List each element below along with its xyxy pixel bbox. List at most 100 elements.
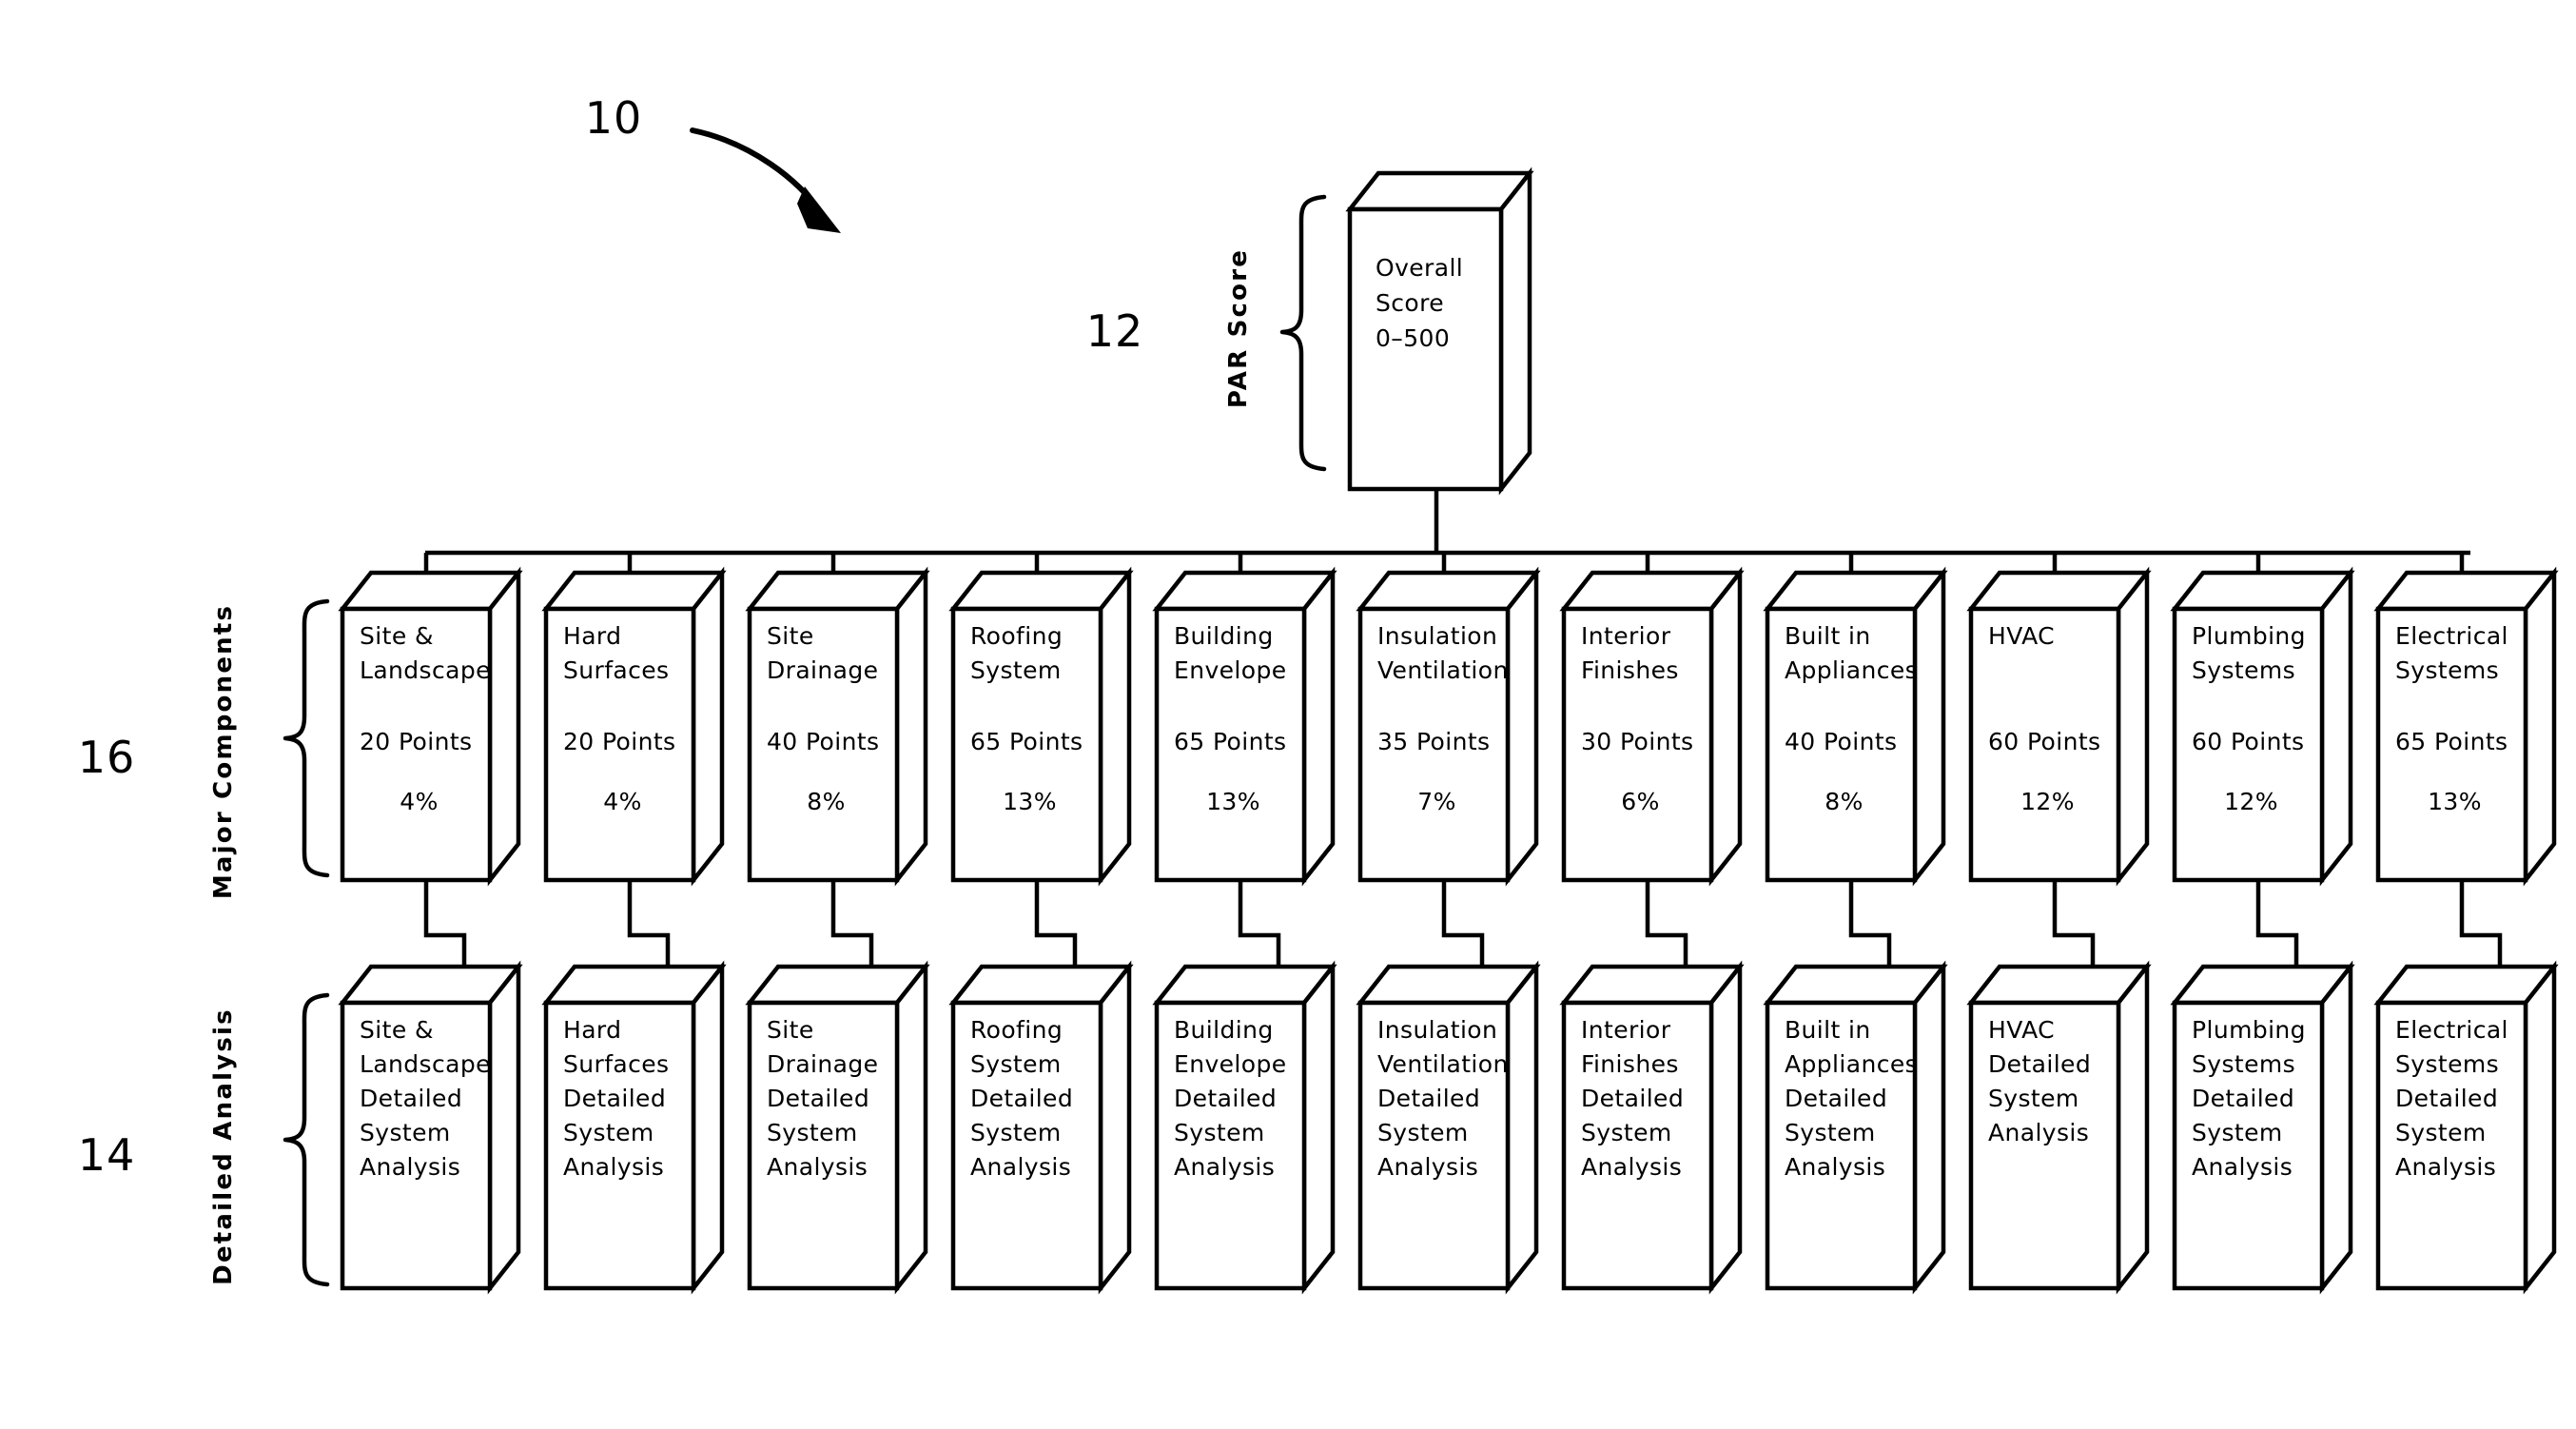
detailed-analysis-label: Detailed Analysis [209,1008,238,1285]
major-component-box[interactable]: HVAC 60 Points 12% [1966,566,2152,887]
component-column: Site Drainage 40 Points 8% Site Drainage Detai… [745,553,930,1295]
major-component-box[interactable]: Electrical Systems 65 Points 13% [2373,566,2559,887]
major-component-name-line2: Appliances [1785,656,1918,684]
major-component-box[interactable]: Built in Appliances 40 Points 8% [1763,566,1948,887]
major-component-box-side [691,566,725,887]
detailed-analysis-line: Detailed [1988,1050,2091,1078]
detailed-analysis-line: System [2192,1119,2283,1146]
component-column: Built in Appliances 40 Points 8% Built in App… [1763,553,1948,1295]
detailed-analysis-line: Detailed [1174,1085,1277,1112]
major-component-name-line2: Envelope [1174,656,1287,684]
detailed-analysis-box[interactable]: Insulation Ventilation Detailed System Analy… [1356,960,1541,1295]
major-component-box[interactable]: Site & Landscape 20 Points 4% [338,566,523,887]
detailed-analysis-box[interactable]: HVAC Detailed System Analysis [1966,960,2152,1295]
detailed-analysis-box-side [1912,960,1946,1295]
major-component-box[interactable]: Plumbing Systems 60 Points 12% [2170,566,2355,887]
detailed-analysis-box-side [894,960,928,1295]
lead-arrowhead-10 [797,186,841,233]
detailed-analysis-line: Detailed [2192,1085,2294,1112]
detailed-analysis-line: Detailed [2395,1085,2498,1112]
detailed-analysis-line: Analysis [360,1153,460,1181]
connector-major-to-detailed [423,880,467,967]
detailed-analysis-line: System [563,1119,654,1146]
major-component-box[interactable]: Interior Finishes 30 Points 6% [1559,566,1745,887]
detailed-analysis-line: System [1174,1119,1265,1146]
major-component-name-line2: System [970,656,1062,684]
overall-score-box[interactable]: Overall Score 0–500 [1345,166,1534,496]
detailed-analysis-line: Roofing [970,1016,1063,1044]
major-component-name-line1: Plumbing [2192,622,2306,650]
major-component-name-line1: Built in [1785,622,1871,650]
major-component-box[interactable]: Building Envelope 65 Points 13% [1152,566,1337,887]
detailed-analysis-box[interactable]: Interior Finishes Detailed System Analysis [1559,960,1745,1295]
major-component-box[interactable]: Site Drainage 40 Points 8% [745,566,930,887]
major-component-box[interactable]: Insulation Ventilation 35 Points 7% [1356,566,1541,887]
component-column: Interior Finishes 30 Points 6% Interior Finis… [1559,553,1745,1295]
connector-major-to-detailed [1034,880,1078,967]
component-column: Site & Landscape 20 Points 4% Site & Landscap… [338,553,523,1295]
major-component-name-line1: Interior [1581,622,1671,650]
major-component-name-line1: Hard [563,622,621,650]
detailed-analysis-group: 14 Detailed Analysis [78,992,330,1287]
major-component-name-line1: HVAC [1988,622,2055,650]
major-component-points: 65 Points [1174,728,1286,755]
detailed-analysis-box-side [691,960,725,1295]
detailed-analysis-line: Analysis [1581,1153,1682,1181]
detailed-analysis-line: Systems [2395,1050,2499,1078]
detailed-analysis-line: Detailed [1581,1085,1684,1112]
major-component-points: 30 Points [1581,728,1693,755]
major-component-points: 60 Points [1988,728,2100,755]
major-component-name-line1: Insulation [1377,622,1497,650]
detailed-analysis-line: Landscape [360,1050,491,1078]
major-component-box-side [1912,566,1946,887]
detailed-analysis-line: Envelope [1174,1050,1287,1078]
detailed-analysis-line: Analysis [767,1153,868,1181]
detailed-analysis-line: Site [767,1016,814,1044]
detailed-analysis-box[interactable]: Electrical Systems Detailed System Analysis [2373,960,2559,1295]
major-components-brace [283,598,330,878]
major-component-name-line1: Electrical [2395,622,2508,650]
major-component-percent: 8% [1825,788,1863,815]
connector-major-to-detailed [627,880,671,967]
detailed-analysis-line: Finishes [1581,1050,1679,1078]
major-component-percent: 8% [807,788,845,815]
major-component-percent: 12% [2020,788,2075,815]
detailed-analysis-box[interactable]: Built in Appliances Detailed System Analysis [1763,960,1948,1295]
detailed-analysis-line: Analysis [2192,1153,2293,1181]
major-component-name-line2: Landscape [360,656,491,684]
par-score-group: 12 PAR Score Overall Score 0–500 [1086,166,1534,553]
detailed-analysis-line: System [767,1119,858,1146]
detailed-analysis-line: Ventilation [1377,1050,1509,1078]
major-component-box[interactable]: Hard Surfaces 20 Points 4% [541,566,727,887]
detailed-analysis-box[interactable]: Roofing System Detailed System Analysis [948,960,1134,1295]
major-components-label: Major Components [209,604,238,899]
detailed-analysis-box[interactable]: Plumbing Systems Detailed System Analysis [2170,960,2355,1295]
connector-major-to-detailed [1645,880,1688,967]
detailed-analysis-line: Analysis [1988,1119,2089,1146]
detailed-analysis-line: Site & [360,1016,434,1044]
major-component-percent: 6% [1621,788,1659,815]
major-component-name-line2: Systems [2192,656,2295,684]
detailed-analysis-box-side [487,960,521,1295]
ref-numeral-14: 14 [78,1129,136,1181]
major-component-name-line1: Roofing [970,622,1063,650]
detailed-analysis-box[interactable]: Site & Landscape Detailed System Analysis [338,960,523,1295]
detailed-analysis-box-side [2319,960,2353,1295]
detailed-analysis-line: Detailed [1785,1085,1887,1112]
detailed-analysis-line: System [1581,1119,1672,1146]
major-component-box-side [2319,566,2353,887]
detailed-analysis-line: Drainage [767,1050,878,1078]
detailed-analysis-box[interactable]: Hard Surfaces Detailed System Analysis [541,960,727,1295]
component-column: Roofing System 65 Points 13% Roofing System De… [948,553,1134,1295]
major-component-name-line1: Building [1174,622,1274,650]
detailed-analysis-line: Surfaces [563,1050,669,1078]
detailed-analysis-line: Analysis [1377,1153,1478,1181]
ref-numeral-10: 10 [585,92,643,144]
detailed-analysis-box[interactable]: Site Drainage Detailed System Analysis [745,960,930,1295]
detailed-analysis-box[interactable]: Building Envelope Detailed System Analysis [1152,960,1337,1295]
detailed-analysis-line: Analysis [1174,1153,1275,1181]
major-component-percent: 7% [1417,788,1455,815]
par-score-brace [1279,194,1327,472]
detailed-analysis-line: Detailed [360,1085,462,1112]
major-component-box[interactable]: Roofing System 65 Points 13% [948,566,1134,887]
